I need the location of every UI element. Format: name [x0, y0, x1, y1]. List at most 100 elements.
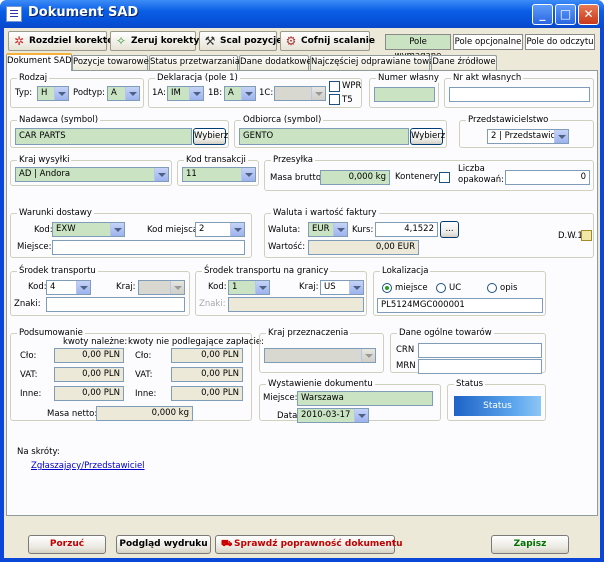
waluta-select[interactable]: EUR — [308, 222, 348, 237]
granica-znaki-input — [228, 297, 364, 312]
lokalizacja-uc-radio[interactable] — [436, 283, 446, 293]
lokalizacja-opis-radio[interactable] — [487, 283, 497, 293]
group-srodek-granica: Środek transportu na granicy Kod: 1 Kraj… — [195, 266, 367, 316]
group-title: Kod transakcji — [184, 155, 248, 165]
srodek-znaki-input[interactable] — [46, 297, 185, 312]
split-correction-button[interactable]: ✲ Rozdziel korektę — [8, 31, 113, 51]
granica-kod-label: Kod: — [208, 282, 227, 292]
kod-transakcji-select[interactable]: 11 — [182, 167, 256, 182]
kontenery-checkbox[interactable] — [439, 172, 450, 183]
tab-dokument-sad[interactable]: Dokument SAD — [6, 53, 72, 71]
srodek-kraj-select[interactable] — [138, 280, 185, 295]
lokalizacja-miejsce-radio[interactable] — [382, 283, 392, 293]
miejsce-input[interactable] — [52, 240, 245, 255]
waluta-value: EUR — [312, 224, 330, 234]
wpr-checkbox[interactable] — [329, 81, 340, 92]
mrn-input[interactable] — [418, 359, 542, 374]
masa-netto-field: 0,000 kg — [96, 406, 193, 421]
crn-input[interactable] — [418, 343, 542, 358]
undo-merge-button[interactable]: ⚙ Cofnij scalanie — [280, 31, 375, 51]
kurs-input[interactable]: 4,1522 — [375, 222, 438, 237]
odbiorca-select-button[interactable]: Wybierz — [410, 128, 445, 145]
zero-corrections-button[interactable]: ✧ Zeruj korekty — [110, 31, 200, 51]
kraj-wysylki-select[interactable]: AD | Andora — [15, 167, 169, 182]
1b-label: 1B: — [208, 88, 223, 98]
dw1-checkbox[interactable] — [581, 230, 592, 241]
nadawca-input[interactable]: CAR PARTS — [15, 128, 192, 145]
tab-dane-zrodlowe[interactable]: Dane źródłowe — [431, 55, 497, 70]
lokalizacja-input[interactable]: PL5124MGC000001 — [377, 298, 543, 313]
tab-dane-dodatkowe[interactable]: Dane dodatkowe — [239, 55, 312, 70]
srodek-kod-value: 4 — [50, 282, 56, 292]
1c-select[interactable] — [274, 86, 326, 101]
clo-label-2: Cło: — [135, 351, 152, 361]
maximize-button[interactable]: □ — [555, 4, 576, 25]
kraj-przeznaczenia-select[interactable] — [264, 348, 376, 363]
kod-miejsca-select[interactable]: 2 — [195, 222, 245, 237]
group-deklaracja: Deklaracja (pole 1) 1A: IM 1B: A 1C: WPR… — [148, 73, 362, 108]
sprawdz-poprawnosc-button[interactable]: ⛟ Sprawdź poprawność dokumentu — [215, 535, 403, 554]
undo-merge-label: Cofnij scalanie — [301, 36, 375, 46]
1a-select[interactable]: IM — [167, 86, 204, 101]
podglad-wydruku-button[interactable]: Podgląd wydruku — [116, 535, 211, 554]
chevron-down-icon — [333, 223, 347, 236]
tab-najczesciej-odprawiane[interactable]: Najczęściej odprawiane towary — [310, 55, 443, 70]
group-title: Kraj wysyłki — [17, 155, 72, 165]
group-title: Status — [454, 379, 486, 389]
warunki-kod-select[interactable]: EXW — [52, 222, 125, 237]
podtyp-select[interactable]: A — [107, 86, 140, 101]
vat-label: VAT: — [20, 370, 38, 380]
t5-checkbox[interactable] — [329, 94, 340, 105]
nadawca-select-button[interactable]: Wybierz — [193, 128, 228, 145]
group-srodek-transportu: Środek transportu Kod: 4 Kraj: Znaki: — [10, 266, 190, 316]
group-title: Nr akt własnych — [451, 73, 524, 83]
truck-icon: ⛟ — [221, 539, 233, 549]
1b-select[interactable]: A — [224, 86, 256, 101]
kurs-more-button[interactable]: ... — [440, 221, 459, 238]
wpr-label: WPR — [342, 81, 362, 91]
chevron-down-icon — [311, 87, 325, 100]
typ-label: Typ: — [15, 88, 33, 98]
wystawienie-miejsce-input[interactable]: Warszawa — [297, 391, 433, 406]
granica-kraj-label: Kraj: — [299, 282, 319, 292]
chevron-down-icon — [54, 87, 68, 100]
granica-kod-select[interactable]: 1 — [228, 280, 270, 295]
zero-corrections-label: Zeruj korekty — [131, 36, 200, 46]
kontenery-label: Kontenery — [395, 172, 439, 182]
tab-status-przetwarzania[interactable]: Status przetwarzania — [149, 55, 240, 70]
chevron-down-icon — [76, 281, 90, 294]
typ-value: H — [41, 88, 48, 98]
masa-netto-label: Masa netto: — [47, 409, 98, 419]
close-button[interactable]: ✕ — [578, 4, 599, 25]
przedstawicielstwo-select[interactable]: 2 | Przedstawicie — [487, 129, 569, 144]
kod-transakcji-value: 11 — [186, 169, 197, 179]
odbiorca-input[interactable]: GENTO — [239, 128, 409, 145]
status-indicator: Status — [454, 396, 541, 416]
chevron-down-icon — [170, 281, 184, 294]
granica-kraj-select[interactable]: US — [320, 280, 364, 295]
opakowan-label: opakowań: — [458, 175, 505, 185]
srodek-kod-select[interactable]: 4 — [46, 280, 91, 295]
merge-items-button[interactable]: ⚒ Scal pozycje — [199, 31, 282, 51]
waluta-label: Waluta: — [268, 225, 301, 235]
tab-pozycje-towarowe[interactable]: Pozycje towarowe — [72, 55, 149, 70]
split-icon: ✲ — [13, 34, 25, 48]
chevron-down-icon — [110, 223, 124, 236]
porzuc-button[interactable]: Porzuć — [28, 535, 106, 554]
srodek-kod-label: Kod: — [28, 282, 47, 292]
document-icon — [6, 6, 22, 22]
masa-brutto-input[interactable]: 0,000 kg — [320, 170, 390, 185]
granica-znaki-label: Znaki: — [199, 299, 226, 309]
zglaszajacy-link[interactable]: Zgłaszający/Przedstawiciel — [31, 461, 145, 471]
warunki-kod-value: EXW — [56, 224, 76, 234]
wystawienie-data-picker[interactable]: 2010-03-17 — [297, 408, 369, 423]
nr-akt-input[interactable] — [449, 87, 590, 102]
minimize-button[interactable]: _ — [532, 4, 553, 25]
numer-wlasny-input[interactable] — [374, 87, 435, 102]
liczba-opakowan-input[interactable]: 0 — [505, 170, 590, 185]
kod-miejsca-label: Kod miejsca: — [147, 225, 201, 235]
group-wystawienie: Wystawienie dokumentu Miejsce: Warszawa … — [259, 379, 441, 423]
zapisz-button[interactable]: Zapisz — [491, 535, 569, 554]
typ-select[interactable]: H — [37, 86, 69, 101]
dw1-label: D.W.1 — [558, 231, 583, 241]
